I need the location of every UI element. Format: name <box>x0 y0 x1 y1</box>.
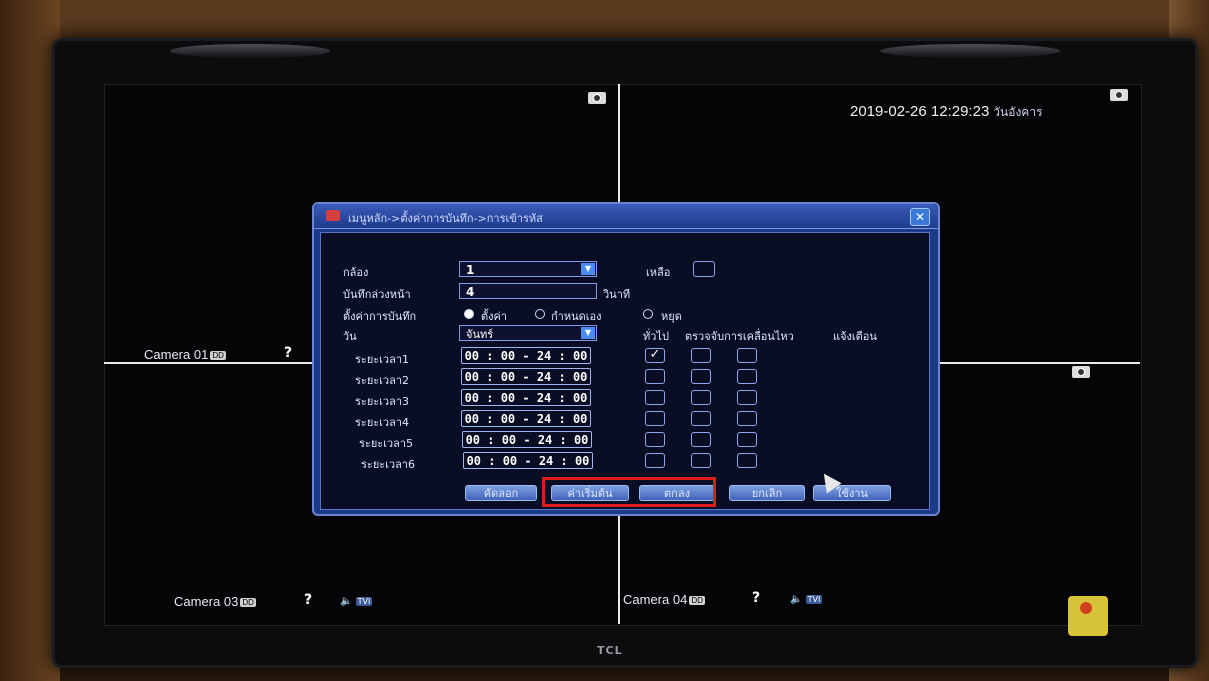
chevron-down-icon: ▼ <box>581 263 595 275</box>
motion-checkbox[interactable] <box>691 432 711 447</box>
camera-name: Camera 03 <box>174 594 239 609</box>
no-signal-icon: ? <box>752 590 761 606</box>
copy-button[interactable]: คัดลอก <box>465 485 537 501</box>
period-time-input[interactable]: 00 : 00 - 24 : 00 <box>462 431 592 448</box>
general-checkbox[interactable] <box>645 411 665 426</box>
motion-checkbox[interactable] <box>691 390 711 405</box>
alarm-checkbox[interactable] <box>737 411 757 426</box>
encoding-dialog: เมนูหลัก->ตั้งค่าการบันทึก->การเข้ารหัส … <box>312 202 940 516</box>
period-label: ระยะเวลา4 <box>355 416 410 429</box>
camera-name: Camera 04 <box>623 592 688 607</box>
period-time-input[interactable]: 00 : 00 - 24 : 00 <box>461 368 591 385</box>
period-label: ระยะเวลา3 <box>355 395 410 408</box>
camera-label-03: Camera 03 DD <box>174 594 256 609</box>
tvi-indicator: 🔈 TVI <box>790 594 823 605</box>
no-signal-icon: ? <box>304 592 313 608</box>
prerecord-label: บันทึกล่วงหน้า <box>343 288 411 301</box>
period-label: ระยะเวลา5 <box>359 437 414 450</box>
period-label: ระยะเวลา2 <box>355 374 410 387</box>
col-header-alarm: แจ้งเตือน <box>833 330 877 343</box>
chevron-down-icon: ▼ <box>581 327 595 339</box>
period-time-input[interactable]: 00 : 00 - 24 : 00 <box>463 452 593 469</box>
period-label: ระยะเวลา1 <box>355 353 410 366</box>
alarm-checkbox[interactable] <box>737 348 757 363</box>
radio-mode-stop[interactable] <box>643 309 653 319</box>
day-select[interactable]: จันทร์ ▼ <box>459 325 597 341</box>
motion-checkbox[interactable] <box>691 369 711 384</box>
motion-checkbox[interactable] <box>691 411 711 426</box>
col-header-motion: ตรวจจับการเคลื่อนไหว <box>685 330 794 343</box>
general-checkbox[interactable]: ✓ <box>645 348 665 363</box>
tvi-badge: TVI <box>805 595 823 604</box>
general-checkbox[interactable] <box>645 453 665 468</box>
day-value: จันทร์ <box>466 328 494 341</box>
snapshot-icon[interactable] <box>1072 366 1090 378</box>
day-label: วัน <box>343 330 357 343</box>
general-checkbox[interactable] <box>645 432 665 447</box>
remaining-label: เหลือ <box>646 266 671 279</box>
radio-mode-stop-label: หยุด <box>661 310 682 323</box>
camera-label-04: Camera 04 DD <box>623 592 705 607</box>
tv-brand-logo: TCL <box>597 644 623 657</box>
osd-datetime: 2019-02-26 12:29:23 <box>850 103 990 120</box>
general-checkbox[interactable] <box>645 369 665 384</box>
no-signal-icon: ? <box>284 345 293 361</box>
dialog-body: กล้อง 1 ▼ เหลือ บันทึกล่วงหน้า 4 วินาที … <box>320 232 930 510</box>
radio-mode-manual[interactable] <box>535 309 545 319</box>
bezel-reflection <box>880 44 1060 58</box>
hd-badge: DD <box>210 351 226 361</box>
annotation-highlight-box <box>542 477 716 507</box>
radio-mode-schedule[interactable] <box>464 309 474 319</box>
osd-clock: 2019-02-26 12:29:23 วันอังคาร <box>850 103 1043 122</box>
snapshot-icon[interactable] <box>1110 89 1128 101</box>
motion-checkbox[interactable] <box>691 453 711 468</box>
wall-left <box>0 0 60 681</box>
prerecord-input[interactable]: 4 <box>459 283 597 299</box>
prerecord-unit: วินาที <box>603 288 631 301</box>
period-label: ระยะเวลา6 <box>361 458 416 471</box>
alarm-checkbox[interactable] <box>737 369 757 384</box>
hd-badge: DD <box>689 596 705 606</box>
col-header-general: ทั่วไป <box>643 330 669 343</box>
channel-label: กล้อง <box>343 266 369 279</box>
motion-checkbox[interactable] <box>691 348 711 363</box>
period-time-input[interactable]: 00 : 00 - 24 : 00 <box>461 389 591 406</box>
menu-icon <box>326 210 340 221</box>
radio-mode-schedule-label: ตั้งค่า <box>481 310 508 323</box>
camera-name: Camera 01 <box>144 347 209 362</box>
channel-value: 1 <box>466 263 475 277</box>
snapshot-icon[interactable] <box>588 92 606 104</box>
period-time-input[interactable]: 00 : 00 - 24 : 00 <box>461 410 591 427</box>
remaining-checkbox[interactable] <box>693 261 715 277</box>
tvi-indicator: 🔈 TVI <box>340 596 373 607</box>
osd-weekday: วันอังคาร <box>993 105 1043 119</box>
alarm-checkbox[interactable] <box>737 390 757 405</box>
alarm-checkbox[interactable] <box>737 432 757 447</box>
bezel-reflection <box>170 44 330 58</box>
period-time-input[interactable]: 00 : 00 - 24 : 00 <box>461 347 591 364</box>
energy-label-sticker <box>1068 596 1108 636</box>
close-button[interactable]: ✕ <box>910 208 930 226</box>
tvi-badge: TVI <box>355 597 373 606</box>
alarm-checkbox[interactable] <box>737 453 757 468</box>
dialog-titlebar[interactable]: เมนูหลัก->ตั้งค่าการบันทึก->การเข้ารหัส … <box>314 204 938 229</box>
radio-mode-manual-label: กำหนดเอง <box>551 310 602 323</box>
hd-badge: DD <box>240 598 256 608</box>
channel-select[interactable]: 1 ▼ <box>459 261 597 277</box>
general-checkbox[interactable] <box>645 390 665 405</box>
record-mode-label: ตั้งค่าการบันทึก <box>343 310 417 323</box>
camera-label-01: Camera 01 DD <box>144 347 226 362</box>
cancel-button[interactable]: ยกเลิก <box>729 485 805 501</box>
dialog-title: เมนูหลัก->ตั้งค่าการบันทึก->การเข้ารหัส <box>348 212 543 225</box>
